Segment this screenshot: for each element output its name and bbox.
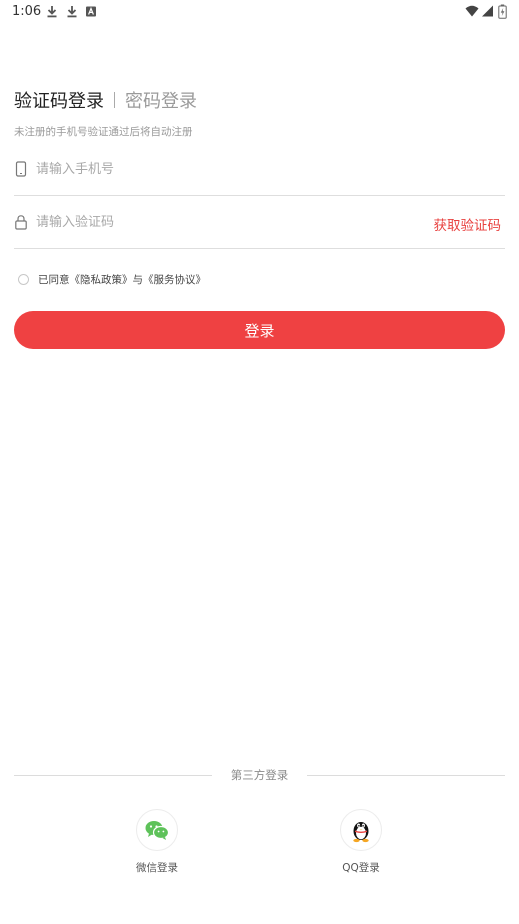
qq-penguin-icon xyxy=(353,822,369,843)
agreement-prefix: 已同意 xyxy=(38,273,70,286)
login-button[interactable]: 登录 xyxy=(14,311,505,349)
keyboard-a-icon xyxy=(86,6,96,17)
download-icon xyxy=(47,6,57,18)
cell-signal-icon xyxy=(482,5,493,17)
agreement-radio[interactable] xyxy=(18,273,29,285)
status-time: 1:06 xyxy=(12,4,42,19)
qq-login-label: QQ登录 xyxy=(342,862,380,874)
tab-separator xyxy=(114,92,115,108)
wifi-icon xyxy=(465,5,479,17)
divider-line-right xyxy=(307,775,505,776)
service-agreement-link[interactable]: 《服务协议》 xyxy=(143,274,206,286)
third-party-title: 第三方登录 xyxy=(230,768,289,782)
status-bar: 1:06 xyxy=(0,0,519,24)
download-icon xyxy=(67,6,77,18)
lock-icon xyxy=(15,215,27,230)
qq-login[interactable]: QQ登录 xyxy=(321,809,401,875)
wechat-login-label: 微信登录 xyxy=(136,862,178,874)
login-mode-tabs: 验证码登录 密码登录 xyxy=(14,88,197,112)
tab-sms-login[interactable]: 验证码登录 xyxy=(14,87,104,113)
battery-charging-icon xyxy=(498,4,507,19)
qq-login-button[interactable] xyxy=(340,809,382,851)
agreement-joiner: 与 xyxy=(132,273,144,286)
divider-line-left xyxy=(14,775,212,776)
privacy-policy-link[interactable]: 《隐私政策》 xyxy=(70,274,133,286)
get-code-button[interactable]: 获取验证码 xyxy=(434,214,502,234)
phone-input[interactable] xyxy=(36,157,416,181)
wechat-icon xyxy=(145,821,170,840)
wechat-login-button[interactable] xyxy=(136,809,178,851)
agreement-row: 已同意《隐私政策》与《服务协议》 xyxy=(18,271,206,287)
verification-code-input[interactable] xyxy=(36,210,416,234)
register-hint: 未注册的手机号验证通过后将自动注册 xyxy=(14,126,193,138)
phone-field xyxy=(14,143,505,196)
agreement-text: 已同意《隐私政策》与《服务协议》 xyxy=(38,272,206,287)
verification-code-field: 获取验证码 xyxy=(14,196,505,249)
tab-password-login[interactable]: 密码登录 xyxy=(125,87,197,113)
phone-icon xyxy=(15,161,27,177)
wechat-login[interactable]: 微信登录 xyxy=(117,809,197,875)
